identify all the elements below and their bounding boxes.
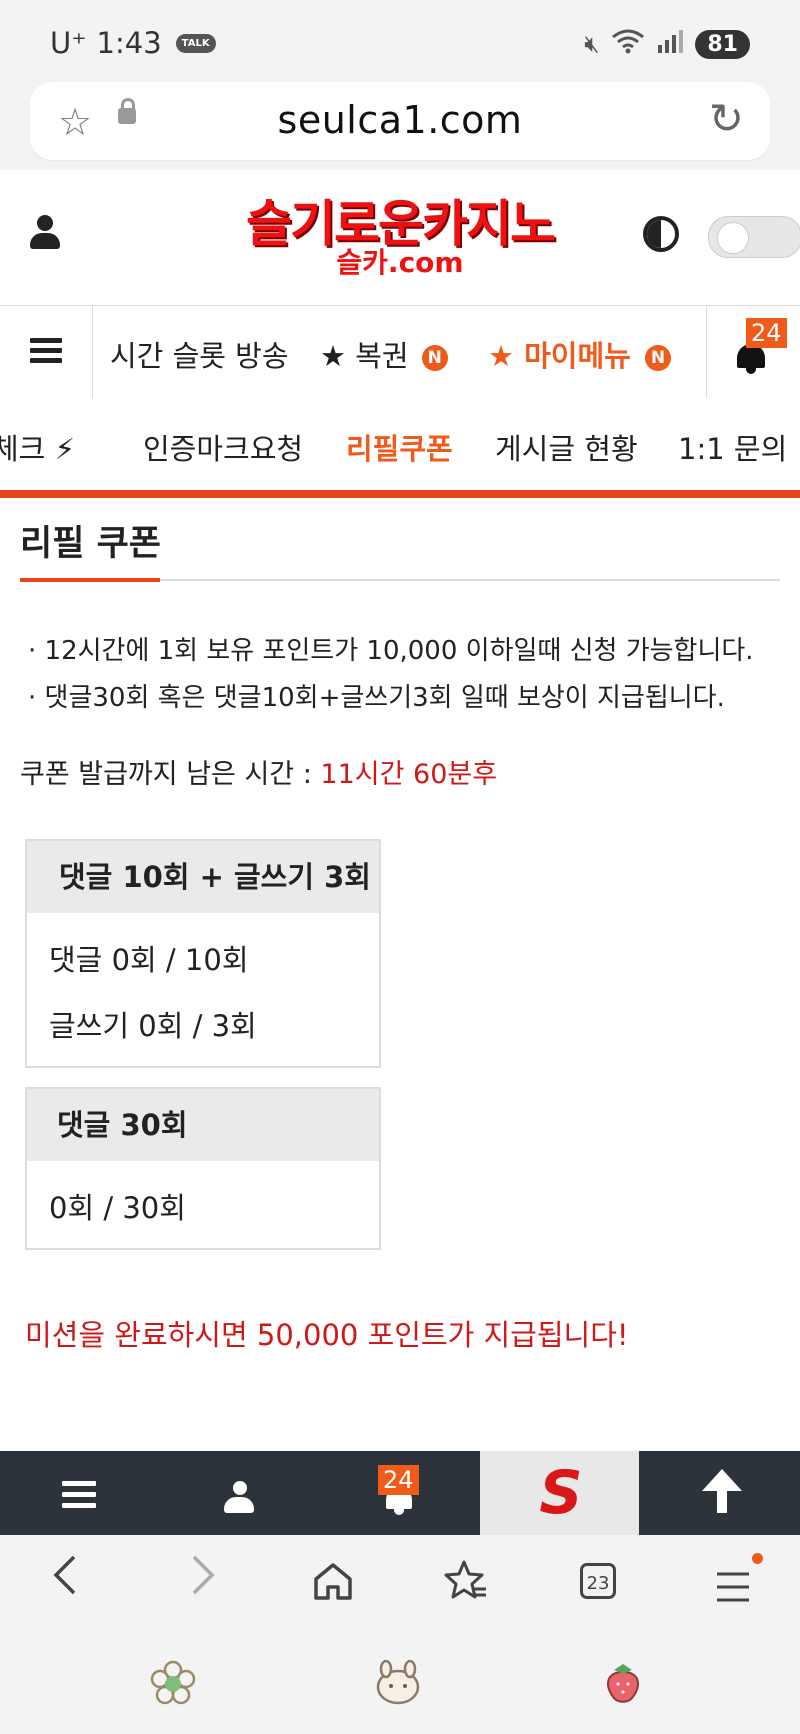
mission-reward-message: 미션을 완료하시면 50,000 포인트가 지급됩니다!	[25, 1318, 629, 1352]
mission-progress-comments: 0회 / 30회	[49, 1191, 186, 1225]
bookmarks-icon[interactable]	[444, 1559, 488, 1612]
site-bottom-bar: 24 S	[0, 1451, 800, 1535]
flower-icon[interactable]	[150, 1660, 196, 1715]
nav-item-lottery[interactable]: ★ 복권 N	[320, 333, 448, 375]
wifi-icon	[611, 28, 645, 60]
status-right: 🔇︎ 81	[584, 28, 750, 60]
browser-bottom-nav: 23	[0, 1535, 800, 1630]
browser-menu-icon[interactable]	[716, 1563, 750, 1614]
status-left: U⁺ 1:43 TALK	[50, 26, 216, 60]
contrast-icon[interactable]	[643, 216, 679, 252]
menu-notification-dot	[752, 1553, 763, 1564]
page-title: 리필 쿠폰	[20, 524, 161, 564]
nav-item-slot-broadcast[interactable]: 시간 슬롯 방송	[110, 333, 289, 375]
mission-box-comments-30: 댓글 30회 0회 / 30회	[25, 1087, 381, 1250]
sub-nav-inquiry[interactable]: 1:1 문의	[678, 426, 787, 468]
dark-mode-toggle[interactable]	[708, 216, 800, 258]
home-icon[interactable]	[312, 1561, 354, 1612]
strawberry-icon[interactable]	[600, 1660, 646, 1715]
bunny-icon[interactable]	[374, 1659, 422, 1715]
bottom-menu-icon[interactable]	[62, 1481, 96, 1514]
battery-indicator: 81	[695, 29, 750, 59]
sub-nav: 체크 ⚡ 인증마크요청 리필쿠폰 게시글 현황 1:1 문의	[0, 398, 800, 490]
new-badge: N	[644, 345, 671, 371]
mute-icon: 🔇︎	[584, 30, 600, 58]
mission-progress-posts: 글쓰기 0회 / 3회	[49, 1009, 257, 1043]
status-bar: U⁺ 1:43 TALK 🔇︎ 81	[0, 0, 800, 80]
browser-toolbar: ☆ seulca1.com ↻	[0, 80, 800, 170]
gesture-bar	[0, 1630, 800, 1734]
signal-icon	[657, 29, 684, 59]
user-icon[interactable]	[30, 215, 60, 255]
tabs-icon[interactable]: 23	[580, 1563, 616, 1599]
remaining-label: 쿠폰 발급까지 남은 시간 :	[20, 759, 321, 790]
bottom-logo-cell[interactable]: S	[480, 1451, 639, 1535]
nav-accent-bar	[0, 490, 800, 498]
back-icon[interactable]	[50, 1553, 80, 1608]
mission-box-title: 댓글 30회	[27, 1089, 379, 1161]
hamburger-menu-icon[interactable]	[30, 338, 62, 364]
logo-sub-text: 슬카.com	[336, 246, 464, 279]
bottom-user-icon[interactable]	[224, 1481, 254, 1515]
notification-count-badge: 24	[746, 318, 787, 348]
reload-icon[interactable]: ↻	[709, 94, 744, 143]
main-nav-items: 시간 슬롯 방송 ★ 복권 N ★ 마이메뉴 N	[93, 306, 706, 399]
url-text[interactable]: seulca1.com	[30, 98, 770, 142]
nav-item-my-menu[interactable]: ★ 마이메뉴 N	[488, 333, 671, 375]
mission-box-comment-post: 댓글 10회 + 글쓰기 3회 댓글 0회 / 10회 글쓰기 0회 / 3회	[25, 839, 381, 1068]
sub-nav-post-status[interactable]: 게시글 현황	[495, 426, 638, 468]
title-underline	[20, 578, 160, 582]
site-s-logo-icon: S	[539, 1458, 583, 1528]
main-nav: 시간 슬롯 방송 ★ 복권 N ★ 마이메뉴 N 24	[0, 305, 800, 400]
new-badge: N	[421, 345, 448, 371]
sub-nav-check[interactable]: 체크 ⚡	[0, 426, 75, 468]
site-header: 슬기로운카지노 슬카.com	[0, 170, 800, 305]
sub-nav-refill-coupon[interactable]: 리필쿠폰	[346, 426, 453, 468]
sub-nav-cert-request[interactable]: 인증마크요청	[143, 426, 303, 468]
mission-box-title: 댓글 10회 + 글쓰기 3회	[27, 841, 379, 913]
bottom-notification-count: 24	[378, 1465, 419, 1495]
mission-progress-comments: 댓글 0회 / 10회	[49, 943, 249, 977]
remaining-time: 쿠폰 발급까지 남은 시간 : 11시간 60분후	[20, 752, 497, 791]
rule-text: · 댓글30회 혹은 댓글10회+글쓰기3회 일때 보상이 지급됩니다.	[28, 683, 725, 713]
remaining-value: 11시간 60분후	[320, 759, 498, 790]
rule-text: · 12시간에 1회 보유 포인트가 10,000 이하일때 신청 가능합니다.	[28, 636, 754, 666]
forward-icon[interactable]	[188, 1553, 218, 1608]
clock: 1:43	[96, 26, 162, 60]
logo-main-text: 슬기로운카지노	[246, 195, 556, 253]
address-bar[interactable]: ☆ seulca1.com ↻	[30, 82, 770, 160]
carrier-label: U⁺	[50, 26, 87, 60]
talk-notification-icon: TALK	[175, 33, 216, 53]
scroll-top-arrow-icon[interactable]	[702, 1469, 742, 1513]
site-logo[interactable]: 슬기로운카지노 슬카.com	[245, 195, 556, 279]
